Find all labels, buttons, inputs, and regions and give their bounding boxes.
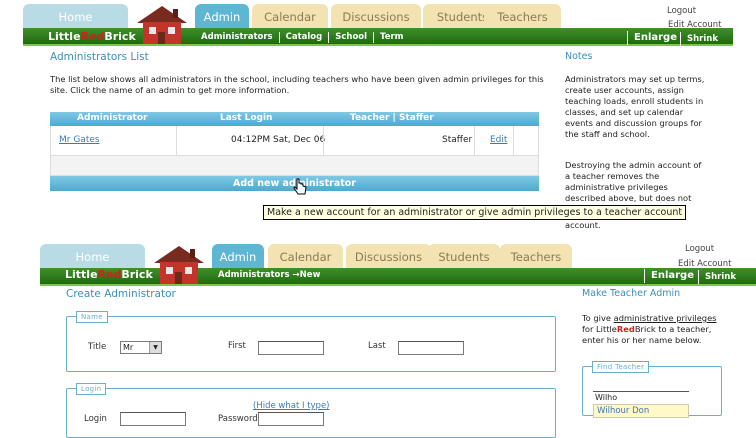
shrink-button[interactable]: Shrink xyxy=(698,270,742,284)
login-label: Login xyxy=(84,414,107,424)
page-title: Create Administrator xyxy=(66,288,176,300)
last-name-label: Last xyxy=(368,341,386,351)
house-logo-icon xyxy=(154,246,204,284)
side-title: Make Teacher Admin xyxy=(582,288,681,299)
enlarge-button[interactable]: Enlarge xyxy=(644,269,700,283)
table-spacer xyxy=(50,156,539,176)
tab-students[interactable]: Students xyxy=(428,244,500,270)
table-row: Mr Gates 04:12PM Sat, Dec 06 Staffer Edi… xyxy=(50,126,539,156)
hand-cursor-icon xyxy=(293,178,307,195)
top-nav: Home Admin Calendar Discussions Students… xyxy=(40,240,756,270)
edit-account-link[interactable]: Edit Account xyxy=(668,20,721,30)
col-administrator: Administrator xyxy=(77,113,148,123)
tooltip: Make a new account for an administrator … xyxy=(263,205,687,220)
breadcrumb-administrators-new[interactable]: Administrators →New xyxy=(212,270,326,281)
notes-title: Notes xyxy=(565,51,593,62)
tab-home[interactable]: Home xyxy=(23,4,128,30)
col-last-login: Last Login xyxy=(220,113,273,123)
last-name-input[interactable] xyxy=(398,341,464,355)
edit-account-link[interactable]: Edit Account xyxy=(678,259,731,269)
tab-teachers[interactable]: Teachers xyxy=(500,244,572,270)
col-teacher-staffer: Teacher | Staffer xyxy=(350,113,434,123)
notes-paragraph-2: Destroying the admin account of a teache… xyxy=(565,160,702,203)
admin-subnav: Administrators Catalog School Term xyxy=(195,32,410,43)
title-select[interactable]: Mr ▼ xyxy=(120,341,162,354)
admin-name-link[interactable]: Mr Gates xyxy=(59,135,100,145)
top-nav: Home Admin Calendar Discussions Students… xyxy=(23,0,733,30)
notes-paragraph-1: Administrators may set up terms, create … xyxy=(565,74,705,139)
tab-admin[interactable]: Admin xyxy=(212,244,264,270)
admin-list-window: Home Admin Calendar Discussions Students… xyxy=(23,0,733,237)
hide-what-i-type-link[interactable]: (Hide what I type) xyxy=(253,401,330,411)
breadcrumb: Administrators →New xyxy=(212,270,326,281)
subnav-school[interactable]: School xyxy=(329,32,375,43)
password-input[interactable] xyxy=(258,412,324,426)
notes-paragraph-2-tail: account. xyxy=(565,220,601,230)
house-logo-icon xyxy=(137,6,187,44)
role-value: Staffer xyxy=(442,135,473,145)
title-label: Title xyxy=(88,342,107,352)
first-name-input[interactable] xyxy=(258,341,324,355)
password-label: Password xyxy=(218,414,258,424)
tab-calendar[interactable]: Calendar xyxy=(268,244,343,270)
intro-text: The list below shows all administrators … xyxy=(50,74,544,95)
login-legend: Login xyxy=(76,383,107,395)
tab-discussions[interactable]: Discussions xyxy=(346,244,431,270)
tab-teachers[interactable]: Teachers xyxy=(484,4,561,30)
teacher-suggestion[interactable]: Wilhour Don xyxy=(593,404,689,418)
tab-admin[interactable]: Admin xyxy=(195,4,249,30)
create-admin-window: Home Admin Calendar Discussions Students… xyxy=(40,240,756,438)
find-teacher-legend: Find Teacher xyxy=(592,361,650,373)
edit-link[interactable]: Edit xyxy=(490,135,507,145)
shrink-button[interactable]: Shrink xyxy=(680,32,724,46)
tab-discussions[interactable]: Discussions xyxy=(331,4,421,30)
logout-link[interactable]: Logout xyxy=(667,6,696,16)
first-name-label: First xyxy=(228,341,246,351)
last-login-value: 04:12PM Sat, Dec 06 xyxy=(231,135,326,145)
chevron-down-icon: ▼ xyxy=(149,342,161,353)
tab-home[interactable]: Home xyxy=(40,244,145,270)
tab-calendar[interactable]: Calendar xyxy=(252,4,328,30)
page-title: Administrators List xyxy=(50,51,149,63)
name-legend: Name xyxy=(76,311,108,323)
site-logo[interactable]: LittleRedBrick xyxy=(48,30,136,43)
login-input[interactable] xyxy=(120,412,186,426)
side-text: To give administrative privileges for Li… xyxy=(582,313,717,345)
subnav-catalog[interactable]: Catalog xyxy=(280,32,330,43)
subnav-administrators[interactable]: Administrators xyxy=(195,32,280,43)
admin-table-header: Administrator Last Login Teacher | Staff… xyxy=(50,112,539,126)
site-logo[interactable]: LittleRedBrick xyxy=(65,268,153,281)
logout-link[interactable]: Logout xyxy=(685,244,714,254)
subnav-term[interactable]: Term xyxy=(374,32,409,43)
enlarge-button[interactable]: Enlarge xyxy=(627,31,683,45)
find-teacher-input[interactable]: Wilho xyxy=(593,391,689,405)
